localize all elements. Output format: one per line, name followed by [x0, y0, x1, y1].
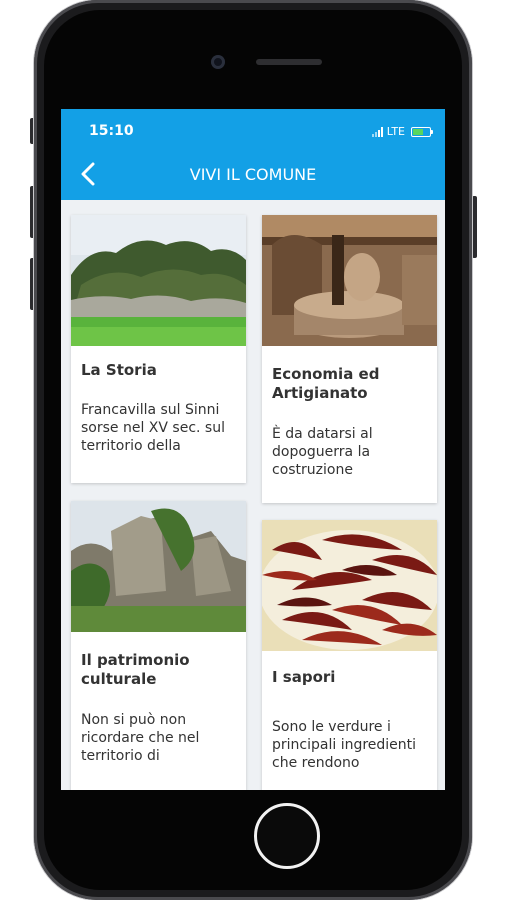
- card-i-sapori[interactable]: I sapori Sono le verdure i principali in…: [262, 520, 437, 790]
- card-title: I sapori: [272, 668, 336, 686]
- card-title: Economia ed Artigianato: [272, 365, 380, 402]
- signal-icon: [371, 126, 383, 137]
- card-excerpt: È da datarsi al dopoguerra la costruzion…: [272, 426, 373, 478]
- card-economia-artigianato[interactable]: Economia ed Artigianato È da datarsi al …: [262, 215, 437, 503]
- network-label: LTE: [386, 125, 405, 138]
- front-camera: [211, 55, 225, 69]
- power-button: [472, 196, 477, 258]
- card-excerpt: Non si può non ricordare che nel territo…: [81, 712, 200, 764]
- card-excerpt: Francavilla sul Sinni sorse nel XV sec. …: [81, 402, 225, 454]
- dried-peppers-image: [262, 520, 437, 651]
- card-title: La Storia: [81, 361, 157, 379]
- app-screen: 15:10 LTE VIVI IL COMUNE La Storia Franc…: [61, 109, 445, 790]
- battery-icon: [411, 126, 433, 137]
- card-title: Il patrimonio culturale: [81, 651, 190, 688]
- status-time: 15:10: [89, 123, 134, 139]
- card-patrimonio-culturale[interactable]: Il patrimonio culturale Non si può non r…: [71, 501, 246, 790]
- home-button[interactable]: [254, 803, 320, 869]
- card-la-storia[interactable]: La Storia Francavilla sul Sinni sorse ne…: [71, 215, 246, 483]
- page-title: VIVI IL COMUNE: [189, 165, 317, 184]
- town-landscape-image: [71, 215, 246, 346]
- status-indicators: LTE: [371, 125, 433, 138]
- olive-mill-image: [262, 215, 437, 346]
- earpiece-speaker: [256, 59, 322, 65]
- app-header: 15:10 LTE VIVI IL COMUNE: [61, 109, 445, 200]
- card-excerpt: Sono le verdure i principali ingredienti…: [272, 719, 417, 771]
- castle-ruins-image: [71, 501, 246, 632]
- card-grid: La Storia Francavilla sul Sinni sorse ne…: [61, 200, 445, 790]
